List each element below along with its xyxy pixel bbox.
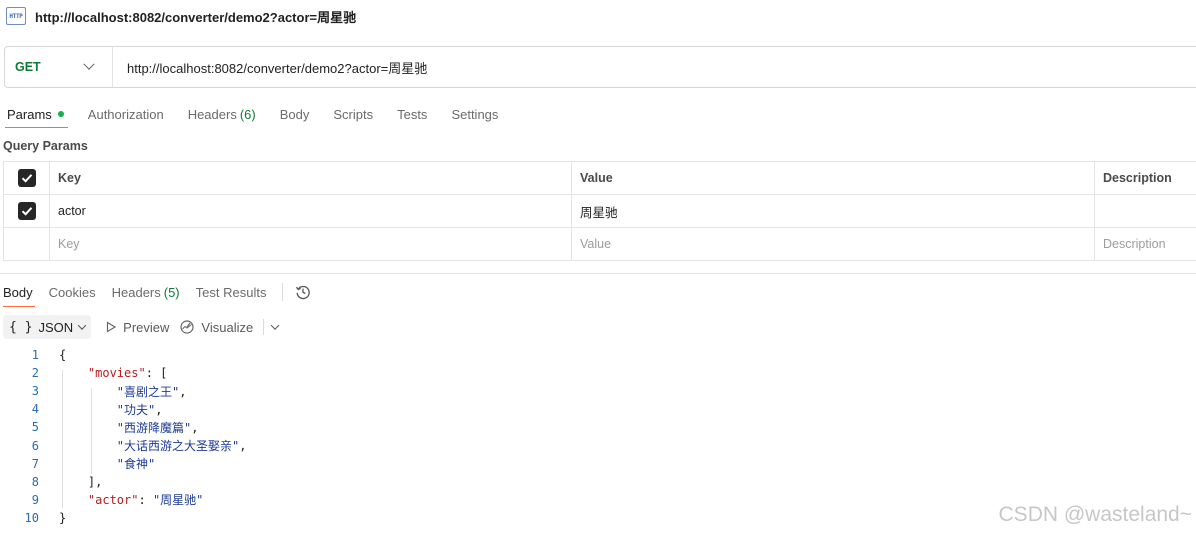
tab-separator	[282, 283, 284, 301]
code-text: "功夫",	[116, 402, 163, 417]
line-number: 10	[24, 510, 39, 525]
line-number: 1	[31, 348, 39, 363]
tab-response-body[interactable]: Body	[3, 280, 35, 307]
code-text: {	[59, 348, 67, 363]
param-key-cell[interactable]: actor	[49, 194, 572, 228]
http-file-icon: HTTP	[6, 7, 26, 25]
format-label: JSON	[38, 319, 74, 335]
visualize-icon	[180, 320, 195, 334]
preview-button[interactable]: Preview	[105, 320, 169, 335]
code-text: "大话西游之大圣娶亲",	[116, 439, 247, 454]
tab-cookies[interactable]: Cookies	[49, 280, 96, 304]
chevron-down-icon	[83, 58, 95, 70]
code-line: 5 "西游降魔篇",	[0, 418, 246, 436]
query-params-title: Query Params	[3, 139, 88, 153]
line-number: 2	[31, 366, 39, 381]
row-checkbox[interactable]	[17, 201, 36, 220]
code-line: 10}	[0, 509, 246, 527]
tab-test-results[interactable]: Test Results	[196, 280, 267, 304]
code-text: ],	[59, 474, 103, 489]
line-number: 4	[31, 402, 39, 417]
query-params-table: Key Value Description actor 周星驰 Key Valu…	[3, 161, 1196, 261]
param-value-input[interactable]: Value	[571, 227, 1095, 261]
request-tabs: Params Authorization Headers (6) Body Scr…	[0, 100, 522, 130]
table-header-row: Key Value Description	[3, 161, 1196, 195]
request-title: http://localhost:8082/converter/demo2?ac…	[35, 9, 357, 25]
response-toolbar: { } JSON Preview Visualize	[3, 315, 280, 339]
tab-response-headers[interactable]: Headers (5)	[112, 280, 180, 304]
watermark: CSDN @wasteland~	[998, 503, 1192, 526]
code-line: 7 "食神"	[0, 455, 246, 473]
param-description-cell[interactable]	[1094, 194, 1196, 228]
chevron-down-icon	[77, 321, 87, 330]
tab-headers[interactable]: Headers (6)	[188, 100, 256, 128]
method-select[interactable]: GET	[5, 47, 113, 87]
check-icon	[21, 173, 32, 183]
method-label: GET	[15, 60, 41, 74]
line-number: 6	[31, 438, 39, 453]
select-all-checkbox[interactable]	[17, 168, 36, 187]
code-line: 1{	[0, 346, 246, 364]
code-line: 2 "movies": [	[0, 364, 246, 382]
line-number: 8	[31, 474, 39, 489]
table-row-empty: Key Value Description	[3, 227, 1196, 261]
url-input[interactable]: http://localhost:8082/converter/demo2?ac…	[113, 58, 427, 77]
play-icon	[107, 321, 117, 333]
params-active-dot	[57, 111, 64, 117]
code-text: "movies": [	[87, 366, 168, 381]
code-text: "actor": "周星驰"	[87, 493, 204, 508]
tab-params[interactable]: Params	[5, 100, 68, 128]
tab-body[interactable]: Body	[280, 100, 310, 128]
param-description-input[interactable]: Description	[1094, 227, 1196, 261]
response-tabs: Body Cookies Headers (5) Test Results	[0, 279, 311, 307]
line-number: 3	[31, 384, 39, 399]
visualize-options-chevron-icon[interactable]	[270, 321, 280, 330]
tab-tests[interactable]: Tests	[397, 100, 427, 128]
url-bar: GET http://localhost:8082/converter/demo…	[4, 46, 1196, 88]
column-description: Description	[1094, 161, 1196, 195]
format-dropdown[interactable]: { } JSON	[3, 315, 92, 339]
line-number: 7	[31, 456, 39, 471]
line-number: 9	[31, 492, 39, 507]
column-value: Value	[571, 161, 1095, 195]
title-bar: HTTP http://localhost:8082/converter/dem…	[0, 0, 1196, 32]
line-number: 5	[31, 420, 39, 435]
response-body-editor[interactable]: 1{2 "movies": [3 "喜剧之王", 4 "功夫", 5 "西游降魔篇"…	[0, 346, 247, 527]
code-text: "食神"	[116, 457, 156, 472]
code-line: 3 "喜剧之王",	[0, 382, 246, 400]
tab-authorization[interactable]: Authorization	[88, 100, 164, 128]
history-icon[interactable]	[295, 284, 311, 300]
code-text: "喜剧之王",	[116, 384, 187, 399]
code-line: 9 "actor": "周星驰"	[0, 491, 246, 509]
param-value-cell[interactable]: 周星驰	[571, 194, 1095, 228]
code-text: "西游降魔篇",	[116, 420, 199, 435]
check-icon	[21, 206, 32, 216]
code-line: 6 "大话西游之大圣娶亲",	[0, 436, 247, 454]
column-key: Key	[49, 161, 572, 195]
toolbar-separator	[263, 319, 265, 335]
table-row: actor 周星驰	[3, 194, 1196, 228]
param-key-input[interactable]: Key	[49, 227, 572, 261]
braces-icon: { }	[9, 319, 33, 335]
code-line: 8 ],	[0, 473, 246, 491]
code-line: 4 "功夫",	[0, 400, 246, 418]
code-text: }	[59, 510, 67, 525]
tab-scripts[interactable]: Scripts	[333, 100, 373, 128]
tab-settings[interactable]: Settings	[451, 100, 498, 128]
section-divider	[0, 273, 1196, 274]
visualize-button[interactable]: Visualize	[179, 319, 253, 335]
